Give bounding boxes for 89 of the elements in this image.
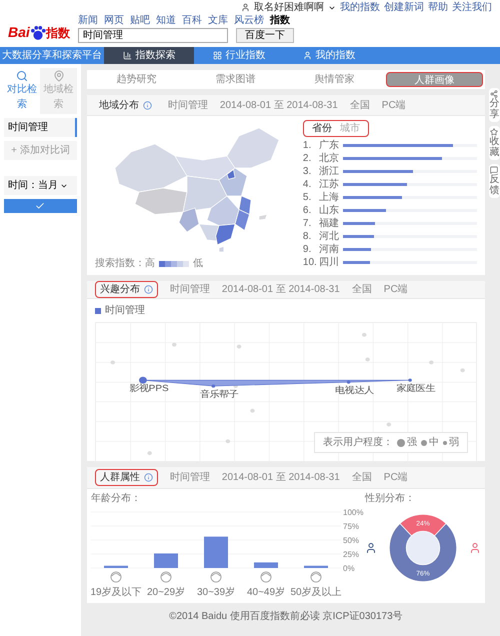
province-name: 河北	[318, 230, 340, 244]
search-field[interactable]: 时间管理	[78, 28, 228, 43]
rank-number: 2.	[302, 152, 312, 166]
node-label: 家庭医生	[396, 384, 435, 394]
scope-label: 全国	[352, 283, 372, 297]
province-name: 山东	[318, 204, 340, 218]
province-name: 江苏	[318, 178, 340, 192]
province-name: 四川	[318, 256, 340, 270]
toggle-tab[interactable]: 省份	[312, 121, 332, 136]
nav-link[interactable]: 知道	[156, 15, 176, 26]
rank-number: 8.	[302, 230, 312, 244]
footer-text: ©2014 Baidu 使用百度指数前必读 京ICP证030173号	[168, 610, 404, 624]
logo-text: Bai	[8, 23, 30, 42]
keyword-label: 时间管理	[170, 282, 210, 297]
section-tab[interactable]: 趋势研究	[88, 72, 184, 87]
keyword-label: 时间管理	[170, 470, 210, 485]
top-link[interactable]: 我的指数	[340, 0, 380, 15]
rank-number: 3.	[302, 165, 312, 179]
chart-label: 年龄分布：	[90, 492, 142, 506]
tick-label: 50%	[342, 536, 359, 545]
logo-text: 指数	[46, 24, 70, 42]
node-label: 影视PPS	[129, 384, 169, 394]
main-nav-tab[interactable]: 行业指数	[194, 47, 284, 64]
top-link[interactable]: 帮助	[428, 0, 448, 15]
user-name[interactable]: 取名好困难啊啊	[254, 0, 324, 15]
age-category: 50岁及以上	[290, 587, 342, 598]
date-range: 2014-08-01 至 2014-08-31	[220, 98, 338, 112]
tick-label: 75%	[342, 522, 359, 531]
province-name: 广东	[318, 138, 340, 152]
tick-label: 100%	[342, 508, 364, 517]
legend-level: 中	[420, 435, 439, 450]
node-label: 电视达人	[335, 386, 374, 396]
date-range: 2014-08-01 至 2014-08-31	[222, 283, 340, 297]
main-nav-tab[interactable]: 我的指数	[284, 47, 374, 64]
tick-label: 25%	[342, 550, 359, 559]
section-tab[interactable]: 需求图谱	[188, 72, 283, 87]
search-button[interactable]: 百度一下	[236, 28, 294, 43]
top-link[interactable]: 创建新词	[384, 0, 424, 15]
province-name: 浙江	[318, 164, 340, 178]
nav-link[interactable]: 新闻	[78, 15, 98, 26]
series-legend: 时间管理	[86, 303, 485, 318]
legend-level: 强	[396, 435, 417, 450]
rank-number: 6.	[302, 204, 312, 218]
age-category: 40~49岁	[246, 587, 285, 598]
device-label: PC端	[384, 470, 408, 485]
tick-label: 0%	[342, 564, 354, 573]
date-range: 2014-08-01 至 2014-08-31	[222, 471, 340, 485]
keyword-item[interactable]: 时间管理	[4, 118, 77, 137]
province-name: 北京	[318, 152, 340, 166]
nav-link[interactable]: 网页	[104, 15, 124, 26]
age-category: 19岁及以下	[90, 587, 142, 598]
main-nav-tab[interactable]: 指数探索	[104, 47, 194, 64]
nav-link[interactable]: 文库	[208, 15, 228, 26]
legend-level: 弱	[442, 435, 459, 450]
rank-number: 4.	[302, 178, 312, 192]
province-name: 福建	[318, 216, 340, 230]
side-tool-button[interactable]: 分享	[488, 88, 500, 122]
slogan: 大数据分享和探索平台	[1, 48, 103, 63]
section-tab[interactable]: 舆情管家	[286, 72, 382, 87]
scope-label: 全国	[352, 471, 372, 485]
nav-link[interactable]: 百科	[182, 15, 202, 26]
side-tool-button[interactable]: 反馈	[488, 164, 500, 198]
chart-label: 性别分布：	[364, 492, 416, 506]
rank-number: 10.	[302, 256, 318, 270]
side-tool-button[interactable]: 收藏	[488, 126, 500, 160]
legend-label: 低	[192, 257, 203, 271]
age-category: 20~29岁	[146, 587, 185, 598]
nav-link[interactable]: 风云榜	[234, 15, 264, 26]
legend-label: 表示用户程度：	[322, 436, 393, 450]
legend-label: 搜索指数：高	[94, 256, 155, 271]
keyword-label: 时间管理	[168, 98, 208, 112]
province-name: 河南	[318, 242, 340, 256]
nav-link[interactable]: 贴吧	[130, 15, 150, 26]
rank-number: 5.	[302, 191, 312, 205]
card-title: 人群属性	[94, 469, 158, 486]
card-title: 地域分布	[94, 98, 156, 112]
time-select[interactable]: 时间：当月	[4, 176, 77, 195]
node-label: 音乐帮子	[200, 389, 238, 400]
top-link[interactable]: 关注我们	[452, 0, 492, 15]
province-name: 上海	[318, 190, 340, 204]
device-label: PC端	[382, 98, 406, 112]
rank-number: 9.	[302, 243, 312, 257]
device-label: PC端	[384, 282, 408, 297]
rank-number: 1.	[302, 139, 312, 153]
card-title: 兴趣分布	[94, 281, 158, 298]
scope-label: 全国	[350, 98, 370, 112]
nav-link[interactable]: 指数	[270, 15, 290, 26]
rank-number: 7.	[302, 217, 312, 231]
age-category: 30~39岁	[196, 587, 235, 598]
